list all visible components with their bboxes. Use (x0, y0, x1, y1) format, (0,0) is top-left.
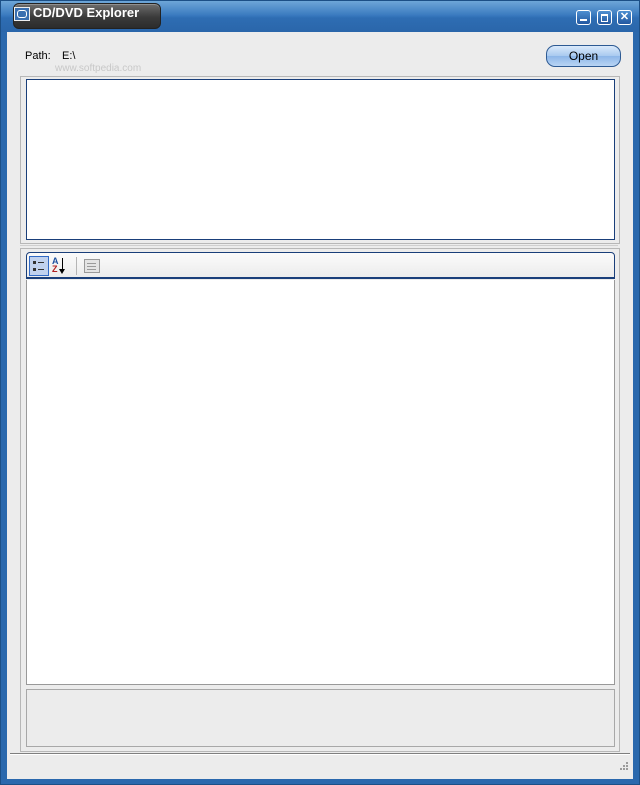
title-bar[interactable]: CD/DVD Explorer ✕ (1, 1, 639, 32)
open-button[interactable]: Open (546, 45, 621, 67)
minimize-icon (577, 11, 590, 24)
tree-panel (20, 76, 620, 244)
disc-app-icon (14, 7, 30, 21)
property-grid-panel: AZ (20, 248, 620, 752)
file-tree-view[interactable] (26, 79, 615, 240)
toolbar-separator (76, 257, 77, 275)
close-button[interactable]: ✕ (617, 10, 632, 25)
client-area: www.softpedia.com Path: E:\ Open AZ (7, 32, 633, 779)
status-divider-highlight (10, 754, 630, 755)
property-pages-icon (84, 259, 100, 273)
maximize-icon (598, 11, 611, 24)
property-help-pane (26, 689, 615, 747)
property-grid-toolbar: AZ (26, 252, 615, 279)
close-icon: ✕ (619, 11, 630, 23)
resize-grip[interactable] (617, 762, 629, 774)
watermark: www.softpedia.com (55, 63, 142, 74)
main-window: CD/DVD Explorer ✕ www.softpedia.com Path… (0, 0, 640, 785)
property-pages-button[interactable] (82, 256, 102, 276)
maximize-button[interactable] (597, 10, 612, 25)
window-title: CD/DVD Explorer (33, 5, 140, 20)
property-grid[interactable] (26, 280, 615, 685)
panel-splitter[interactable] (20, 245, 618, 246)
path-label: Path: (25, 50, 51, 62)
alphabetical-sort-button[interactable]: AZ (51, 256, 71, 276)
categorized-view-button[interactable] (29, 256, 49, 276)
minimize-button[interactable] (576, 10, 591, 25)
path-value: E:\ (62, 50, 76, 62)
